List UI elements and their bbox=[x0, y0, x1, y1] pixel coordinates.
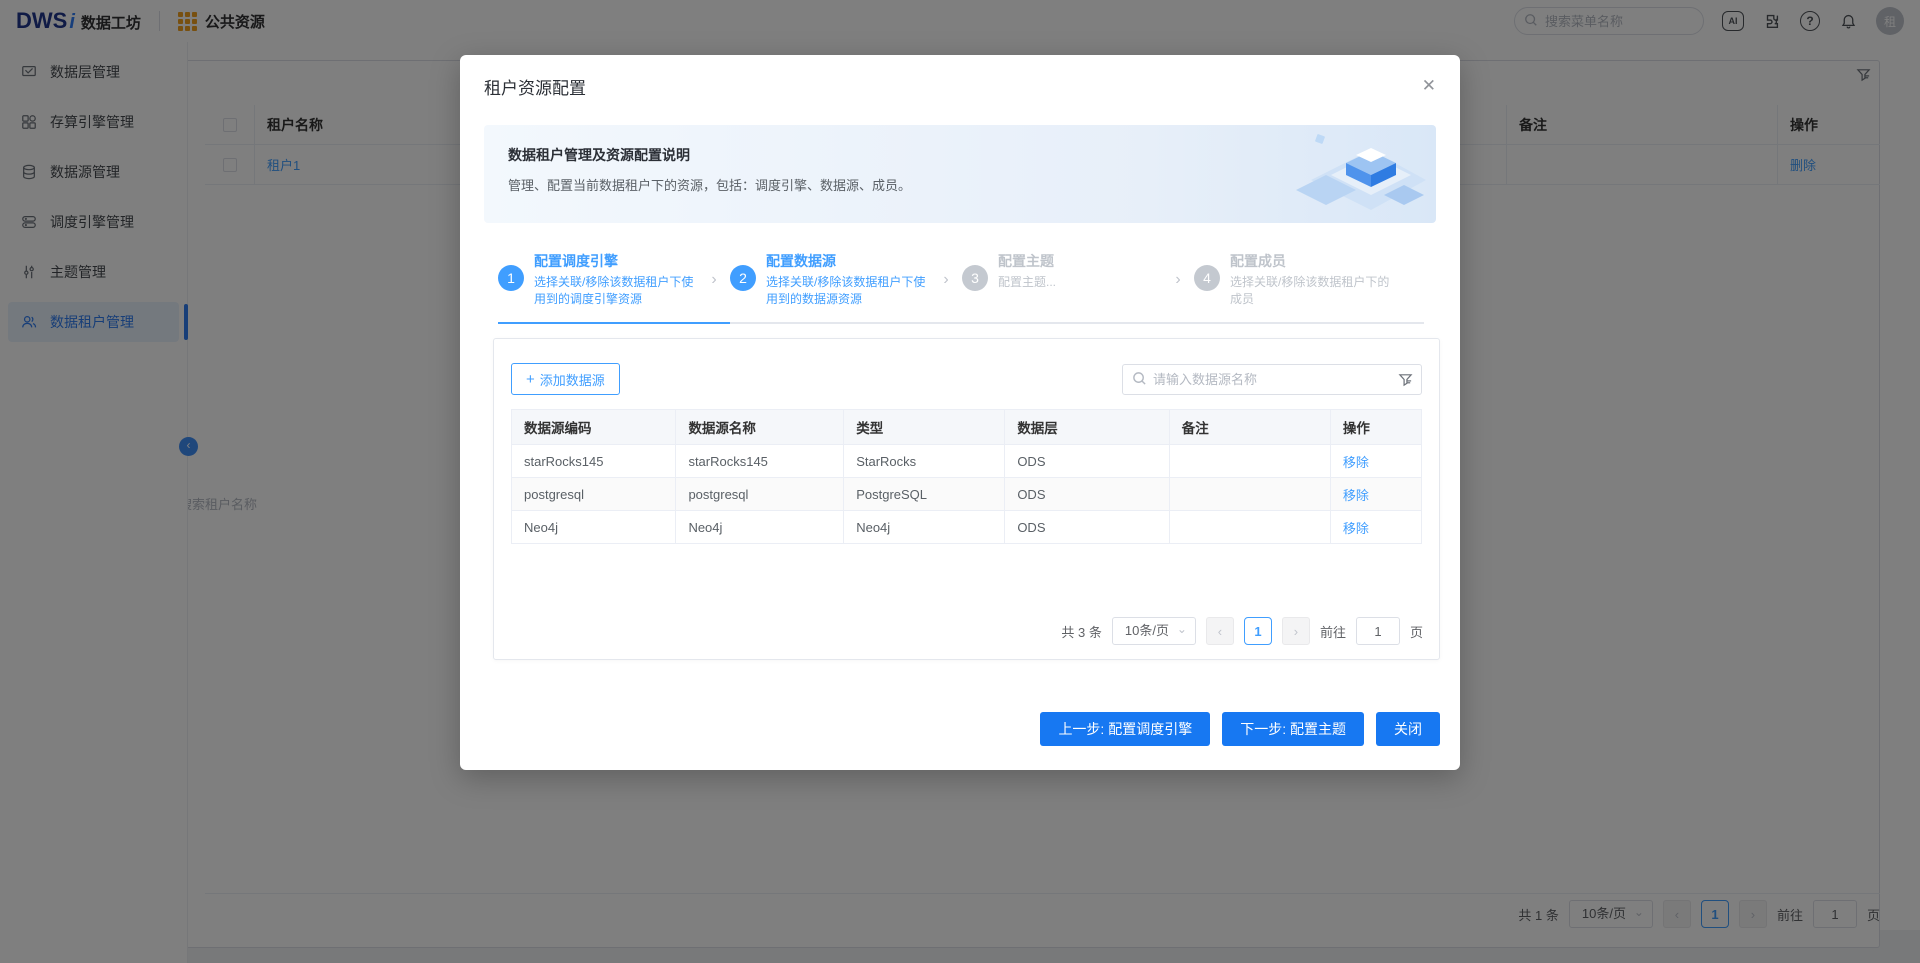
step-title: 配置主题 bbox=[998, 251, 1158, 271]
step-description: 选择关联/移除该数据租户下的成员 bbox=[1230, 274, 1390, 308]
remove-link[interactable]: 移除 bbox=[1343, 488, 1369, 503]
remove-link[interactable]: 移除 bbox=[1343, 521, 1369, 536]
step-number: 1 bbox=[498, 265, 524, 291]
step-number: 4 bbox=[1194, 265, 1220, 291]
step-description: 配置主题... bbox=[998, 274, 1158, 291]
panel-toolbar: 添加数据源 bbox=[511, 363, 1422, 395]
current-page[interactable]: 1 bbox=[1244, 617, 1272, 645]
step-4-members[interactable]: 4 配置成员 选择关联/移除该数据租户下的成员 bbox=[1194, 251, 1424, 308]
plus-icon bbox=[526, 372, 535, 387]
col-action: 操作 bbox=[1330, 410, 1421, 445]
step-number: 2 bbox=[730, 265, 756, 291]
next-step-button[interactable]: 下一步: 配置主题 bbox=[1222, 712, 1364, 746]
cell-name: starRocks145 bbox=[676, 445, 844, 478]
step-1-schedule-engine[interactable]: 1 配置调度引擎 选择关联/移除该数据租户下使用到的调度引擎资源 › bbox=[498, 251, 730, 308]
tenant-resource-modal: 租户资源配置 ✕ 数据租户管理及资源配置说明 管理、配置当前数据租户下的资源，包… bbox=[460, 55, 1460, 770]
modal-title: 租户资源配置 bbox=[484, 74, 586, 99]
step-title: 配置成员 bbox=[1230, 251, 1390, 271]
datasource-table-header: 数据源编码 数据源名称 类型 数据层 备注 操作 bbox=[512, 410, 1422, 445]
filter-icon[interactable] bbox=[1398, 372, 1413, 387]
remove-link[interactable]: 移除 bbox=[1343, 455, 1369, 470]
col-remark: 备注 bbox=[1169, 410, 1330, 445]
goto-label: 前往 bbox=[1320, 622, 1346, 641]
cell-layer: ODS bbox=[1005, 511, 1169, 544]
cell-layer: ODS bbox=[1005, 445, 1169, 478]
goto-page-input[interactable] bbox=[1356, 617, 1400, 645]
col-layer: 数据层 bbox=[1005, 410, 1169, 445]
cell-name: postgresql bbox=[676, 478, 844, 511]
col-code: 数据源编码 bbox=[512, 410, 676, 445]
datasource-search bbox=[1122, 364, 1422, 395]
close-button[interactable]: 关闭 bbox=[1376, 712, 1440, 746]
page-root: DWS i 数据工坊 公共资源 AI ? 租 bbox=[0, 0, 1920, 963]
cell-code: starRocks145 bbox=[512, 445, 676, 478]
wizard-steps: 1 配置调度引擎 选择关联/移除该数据租户下使用到的调度引擎资源 › 2 配置数… bbox=[498, 251, 1424, 308]
col-name: 数据源名称 bbox=[676, 410, 844, 445]
table-row: starRocks145 starRocks145 StarRocks ODS … bbox=[512, 445, 1422, 478]
add-datasource-button[interactable]: 添加数据源 bbox=[511, 363, 620, 395]
chevron-right-icon: › bbox=[1168, 271, 1188, 289]
cell-type: PostgreSQL bbox=[844, 478, 1005, 511]
datasource-search-input[interactable] bbox=[1122, 364, 1422, 395]
chevron-right-icon: › bbox=[936, 271, 956, 289]
datasource-pagination: 共 3 条 10条/页 ‹ 1 › 前往 页 bbox=[1061, 617, 1423, 645]
step-2-datasource[interactable]: 2 配置数据源 选择关联/移除该数据租户下使用到的数据源资源 › bbox=[730, 251, 962, 308]
banner-illustration bbox=[1196, 125, 1426, 223]
cell-remark bbox=[1169, 478, 1330, 511]
modal-footer: 上一步: 配置调度引擎 下一步: 配置主题 关闭 bbox=[1040, 712, 1440, 746]
cell-remark bbox=[1169, 445, 1330, 478]
datasource-table: 数据源编码 数据源名称 类型 数据层 备注 操作 starRocks145 st… bbox=[511, 409, 1422, 544]
search-icon bbox=[1132, 371, 1146, 385]
step-title: 配置数据源 bbox=[766, 251, 926, 271]
prev-step-button[interactable]: 上一步: 配置调度引擎 bbox=[1040, 712, 1210, 746]
modal-banner: 数据租户管理及资源配置说明 管理、配置当前数据租户下的资源，包括：调度引擎、数据… bbox=[484, 125, 1436, 223]
modal-header: 租户资源配置 ✕ bbox=[460, 55, 1460, 117]
cell-name: Neo4j bbox=[676, 511, 844, 544]
table-row: postgresql postgresql PostgreSQL ODS 移除 bbox=[512, 478, 1422, 511]
step-title: 配置调度引擎 bbox=[534, 251, 694, 271]
prev-page-button[interactable]: ‹ bbox=[1206, 617, 1234, 645]
cell-layer: ODS bbox=[1005, 478, 1169, 511]
close-icon[interactable]: ✕ bbox=[1422, 76, 1436, 96]
cell-code: postgresql bbox=[512, 478, 676, 511]
step-number: 3 bbox=[962, 265, 988, 291]
step-description: 选择关联/移除该数据租户下使用到的数据源资源 bbox=[766, 274, 926, 308]
col-type: 类型 bbox=[844, 410, 1005, 445]
page-size-select[interactable]: 10条/页 bbox=[1112, 617, 1196, 645]
total-count: 共 3 条 bbox=[1061, 622, 1101, 641]
datasource-panel: 添加数据源 数据源编码 数据源名称 bbox=[493, 338, 1440, 660]
cell-code: Neo4j bbox=[512, 511, 676, 544]
cell-remark bbox=[1169, 511, 1330, 544]
table-row: Neo4j Neo4j Neo4j ODS 移除 bbox=[512, 511, 1422, 544]
cell-type: StarRocks bbox=[844, 445, 1005, 478]
chevron-right-icon: › bbox=[704, 271, 724, 289]
cell-type: Neo4j bbox=[844, 511, 1005, 544]
steps-progress-line bbox=[498, 322, 1424, 324]
next-page-button[interactable]: › bbox=[1282, 617, 1310, 645]
step-3-theme[interactable]: 3 配置主题 配置主题... › bbox=[962, 251, 1194, 308]
page-unit-label: 页 bbox=[1410, 622, 1423, 641]
step-description: 选择关联/移除该数据租户下使用到的调度引擎资源 bbox=[534, 274, 694, 308]
